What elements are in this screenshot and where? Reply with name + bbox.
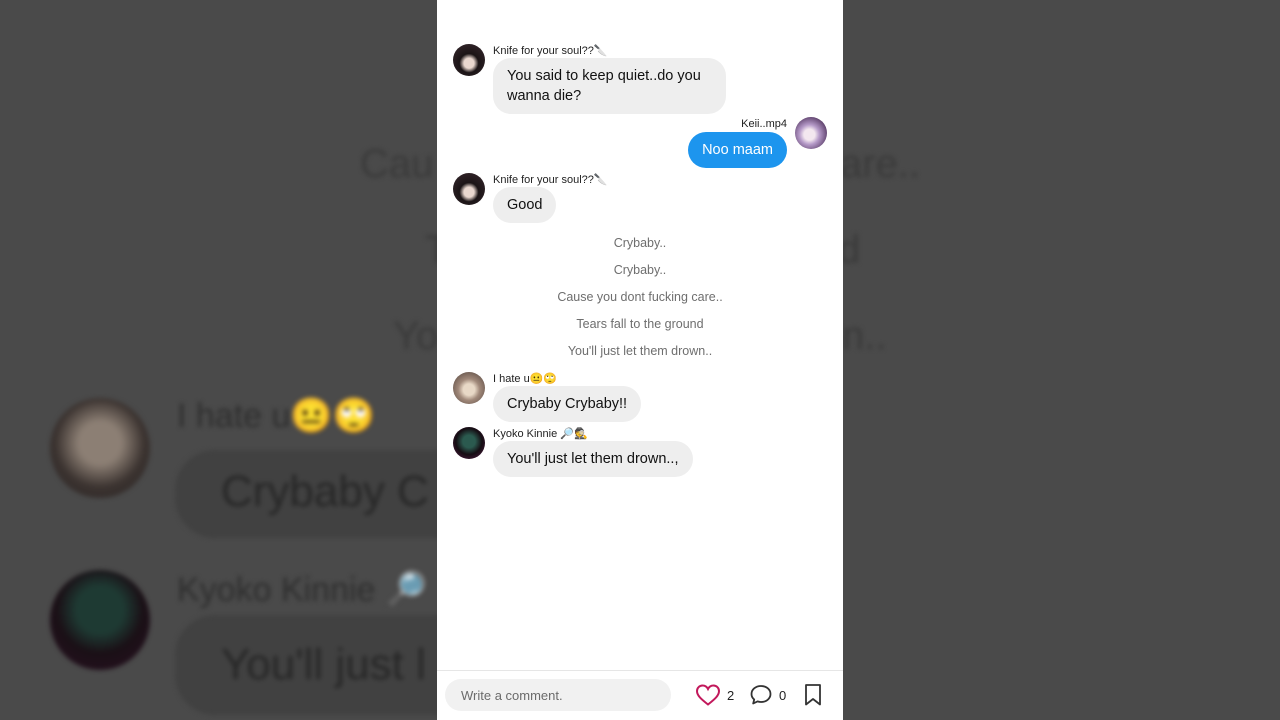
bookmark-icon [803, 683, 823, 707]
avatar[interactable] [453, 44, 485, 76]
lyric-line: Cause you dont fucking care.. [557, 290, 723, 304]
bg-message: Crybaby C [221, 467, 429, 516]
avatar[interactable] [453, 427, 485, 459]
like-count: 2 [727, 687, 735, 703]
message-text: You'll just let them drown.., [507, 451, 679, 467]
heart-icon [695, 683, 721, 707]
message-bubble: You'll just let them drown.., [493, 441, 693, 477]
bg-text: are.. [840, 142, 921, 186]
bg-message: You'll just l [221, 640, 426, 689]
message-bubble: Good [493, 187, 557, 223]
lyric-line: You'll just let them drown.. [567, 344, 713, 358]
bg-text: Yo [393, 314, 439, 358]
like-button[interactable]: 2 [695, 683, 734, 707]
sender-name: Knife for your soul??🔪 [493, 174, 608, 186]
comment-button[interactable]: 0 [749, 683, 786, 707]
lyric-line: Tears fall to the ground [576, 317, 704, 331]
message-bubble: You said to keep quiet..do you wanna die… [493, 58, 726, 114]
bg-avatar [50, 570, 150, 670]
message-text: You said to keep quiet..do you [507, 68, 701, 84]
lyric-line: Crybaby.. [613, 263, 667, 277]
avatar[interactable] [453, 173, 485, 205]
lyric-line: Crybaby.. [613, 236, 667, 250]
avatar[interactable] [795, 117, 827, 149]
sender-name: Knife for your soul??🔪 [493, 45, 608, 57]
avatar[interactable] [453, 372, 485, 404]
bg-avatar [50, 398, 150, 498]
message-text: Noo maam [702, 142, 773, 158]
bottom-bar: 2 0 [437, 670, 843, 720]
message-bubble: Noo maam [688, 132, 787, 168]
message-text: Good [507, 197, 543, 213]
message-text: wanna die? [507, 88, 582, 104]
sender-name: Kyoko Kinnie 🔎🕵 [493, 428, 588, 440]
comment-input[interactable] [445, 679, 671, 711]
sender-name: Keii..mp4 [741, 118, 787, 130]
comment-count: 0 [779, 687, 787, 703]
bg-sender-name: I hate u😐🙄 [177, 397, 376, 435]
bookmark-button[interactable] [803, 683, 823, 707]
message-bubble: Crybaby Crybaby!! [493, 386, 642, 422]
bg-text: n.. [842, 314, 887, 358]
comment-bubble-icon [749, 683, 773, 707]
message-text: Crybaby Crybaby!! [507, 396, 628, 412]
chat-panel: Knife for your soul??🔪 You said to keep … [437, 0, 843, 720]
sender-name: I hate u😐🙄 [493, 373, 558, 385]
bg-text: Cau [360, 142, 434, 186]
bg-sender-name: Kyoko Kinnie 🔎 [177, 571, 428, 609]
